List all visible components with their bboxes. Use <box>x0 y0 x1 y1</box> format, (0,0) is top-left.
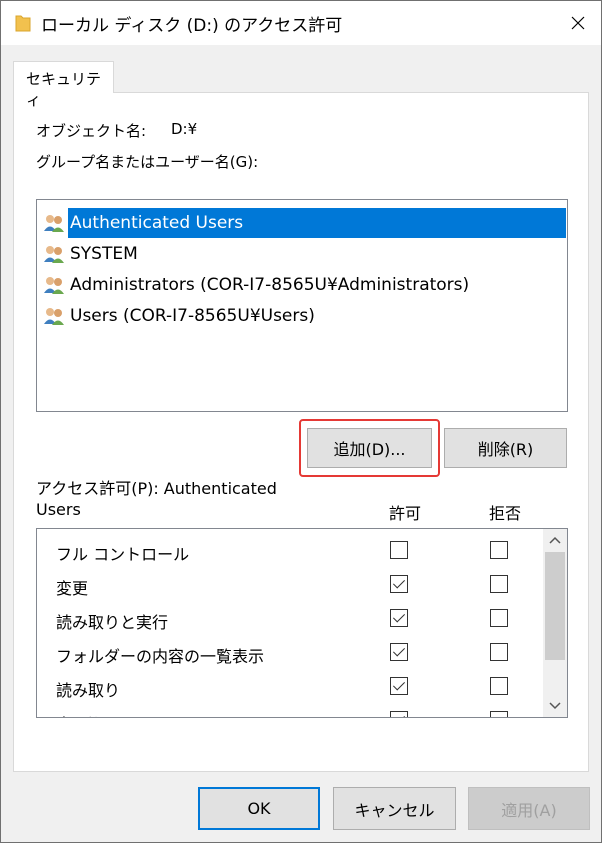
deny-checkbox[interactable] <box>490 711 508 717</box>
permissions-label-user: Users <box>36 500 81 519</box>
allow-checkbox[interactable] <box>390 575 408 593</box>
allow-checkbox[interactable] <box>390 609 408 627</box>
deny-checkbox[interactable] <box>490 575 508 593</box>
add-button[interactable]: 追加(D)... <box>307 428 432 468</box>
cancel-button[interactable]: キャンセル <box>333 787 456 830</box>
apply-button[interactable]: 適用(A) <box>468 787 590 830</box>
permissions-label: アクセス許可(P): Authenticated <box>36 479 277 498</box>
tab-label: セキュリティ <box>26 70 102 109</box>
tab-security[interactable]: セキュリティ <box>13 61 114 109</box>
permission-row: 読み取りと実行 <box>37 603 542 637</box>
permission-name: 読み取りと実行 <box>56 613 169 632</box>
user-name: Users (COR-I7-8565U¥Users) <box>70 306 315 326</box>
deny-column-header: 拒否 <box>489 504 522 523</box>
scroll-up-button[interactable] <box>543 529 567 551</box>
allow-checkbox[interactable] <box>390 541 408 559</box>
permission-name: 変更 <box>56 579 89 598</box>
permissions-dialog: ローカル ディスク (D:) のアクセス許可 セキュリティ オブジェクト名: D… <box>0 0 602 843</box>
permission-name: 書き込み <box>56 711 120 717</box>
scroll-thumb[interactable] <box>545 552 565 660</box>
user-group-icon <box>44 215 64 232</box>
user-list-item[interactable]: Users (COR-I7-8565U¥Users) <box>38 301 568 331</box>
remove-button[interactable]: 削除(R) <box>444 428 567 468</box>
permission-row: 変更 <box>37 569 542 603</box>
user-group-icon <box>44 246 64 263</box>
chevron-down-icon <box>549 702 561 710</box>
user-name: SYSTEM <box>70 244 138 264</box>
deny-checkbox[interactable] <box>490 643 508 661</box>
chevron-up-icon <box>549 536 561 544</box>
permission-row: 読み取り <box>37 671 542 705</box>
user-name: Authenticated Users <box>68 208 566 238</box>
object-name-value: D:¥ <box>171 120 198 138</box>
permission-row: フォルダーの内容の一覧表示 <box>37 637 542 671</box>
permissions-list: フル コントロール変更読み取りと実行フォルダーの内容の一覧表示読み取り書き込み <box>36 528 568 718</box>
deny-checkbox[interactable] <box>490 677 508 695</box>
allow-checkbox[interactable] <box>390 643 408 661</box>
permission-name: フォルダーの内容の一覧表示 <box>56 647 265 666</box>
user-list-item[interactable]: SYSTEM <box>38 239 568 269</box>
user-name: Administrators (COR-I7-8565U¥Administrat… <box>70 275 470 295</box>
user-list-item[interactable]: Authenticated Users <box>38 208 568 238</box>
user-list[interactable]: Authenticated Users SYSTEM Administrators … <box>36 199 568 412</box>
title-bar: ローカル ディスク (D:) のアクセス許可 <box>1 1 601 45</box>
user-group-icon <box>44 277 64 294</box>
folder-icon <box>15 15 31 32</box>
ok-button[interactable]: OK <box>198 787 320 830</box>
close-button[interactable] <box>561 7 595 39</box>
window-title: ローカル ディスク (D:) のアクセス許可 <box>41 16 343 36</box>
deny-checkbox[interactable] <box>490 541 508 559</box>
allow-checkbox[interactable] <box>390 711 408 717</box>
allow-checkbox[interactable] <box>390 677 408 695</box>
permission-row: 書き込み <box>37 705 542 717</box>
permission-name: 読み取り <box>56 681 121 700</box>
groups-label: グループ名またはユーザー名(G): <box>36 153 259 171</box>
permission-row: フル コントロール <box>37 535 542 569</box>
user-list-item[interactable]: Administrators (COR-I7-8565U¥Administrat… <box>38 270 568 300</box>
scrollbar[interactable] <box>543 529 567 717</box>
scroll-down-button[interactable] <box>543 695 567 717</box>
deny-checkbox[interactable] <box>490 609 508 627</box>
user-group-icon <box>44 308 64 325</box>
allow-column-header: 許可 <box>389 504 422 523</box>
object-name-label: オブジェクト名: <box>36 122 147 140</box>
permission-name: フル コントロール <box>56 545 190 564</box>
close-icon <box>571 16 585 30</box>
